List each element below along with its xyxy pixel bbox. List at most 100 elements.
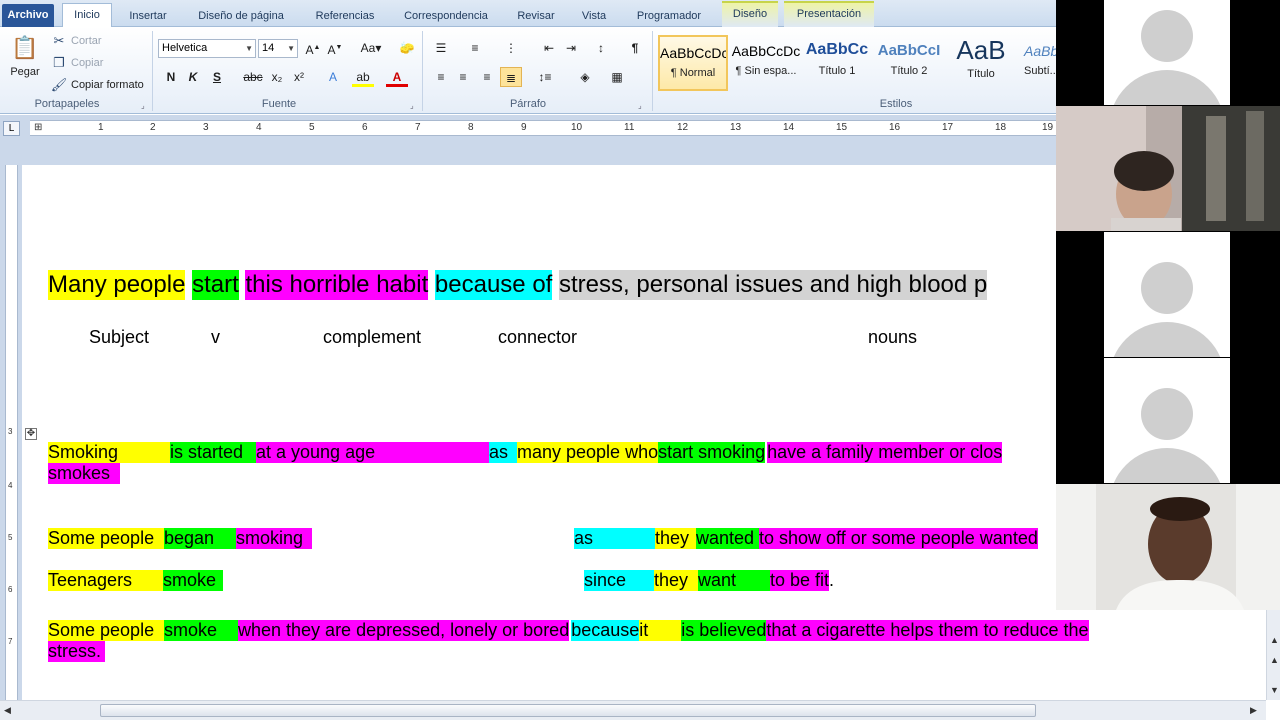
clipboard-launcher-icon[interactable]: ⌟ [141,101,145,110]
text-effects-icon[interactable]: A [322,67,344,87]
style-sample: AaBbCc [805,41,869,58]
connector-segment: as [489,442,517,463]
font-color-icon[interactable]: A [386,67,408,87]
strikethrough-button[interactable]: abc [242,67,264,87]
tab-selector-button[interactable]: L [3,121,20,136]
tab-diseno-pagina[interactable]: Diseño de página [186,5,296,27]
shrink-font-icon[interactable]: A▼ [324,38,346,58]
show-marks-icon[interactable]: ¶ [624,38,646,58]
group-divider [422,31,423,111]
cut-button[interactable]: ✂ Cortar [50,32,102,50]
tab-archivo[interactable]: Archivo [2,4,54,27]
align-right-icon[interactable]: ≡ [476,67,498,87]
horizontal-scroll-thumb[interactable] [100,704,1036,717]
table-move-handle-icon[interactable]: ✥ [25,428,37,440]
underline-button[interactable]: S [206,67,228,87]
sort-icon[interactable]: ↕ [590,38,612,58]
paragraph-launcher-icon[interactable]: ⌟ [638,101,642,110]
ruler-number: 7 [415,122,421,133]
clear-format-icon[interactable]: 🧽 [396,38,418,58]
paste-button[interactable]: 📋 Pegar [8,33,42,78]
ruler-number: 17 [942,122,954,133]
complement-segment: when they are depressed, lonely or bored [238,620,570,641]
label-subject: Subject [89,327,150,347]
ruler-number: 3 [203,122,209,133]
avatar-icon [1109,70,1225,105]
tab-presentacion[interactable]: Presentación [784,1,874,27]
increase-indent-icon[interactable]: ⇥ [560,38,582,58]
connector-segment: because of [434,270,553,300]
ruler-number: 4 [8,481,13,490]
grow-font-icon[interactable]: A▲ [302,38,324,58]
sentence-1-continued: smokes [48,463,120,484]
scroll-up-icon[interactable]: ▲ [1270,635,1279,645]
align-left-icon[interactable]: ≡ [430,67,452,87]
font-name-combo[interactable]: Helvetica ▼ [158,39,256,58]
participant-tile[interactable] [1104,0,1230,105]
style-subtitle[interactable]: AaBbC Subtí... [1018,35,1056,91]
multilevel-list-icon[interactable]: ⋮ [500,38,522,58]
subscript-button[interactable]: x₂ [266,67,288,87]
superscript-button[interactable]: x² [288,67,310,87]
subject-segment: Smoking [48,442,170,463]
vertical-ruler[interactable]: 3 4 5 6 7 [0,165,22,700]
webcam-frame [1056,106,1280,231]
decrease-indent-icon[interactable]: ⇤ [538,38,560,58]
shading-icon[interactable]: ◈ [574,67,596,87]
sentence-2-clause: as they wanted to show off or some people w… [574,528,1038,549]
paintbrush-icon: 🖌 [50,77,68,92]
highlight-icon[interactable]: ab [352,67,374,87]
tab-programador[interactable]: Programador [624,5,714,27]
ruler-number: 2 [150,122,156,133]
scroll-right-icon[interactable]: ▶ [1250,705,1257,716]
participant-tile[interactable] [1104,232,1230,357]
style-name: Título [967,68,995,80]
next-page-icon[interactable]: ▼ [1270,685,1279,695]
participant-video[interactable] [1056,106,1280,231]
font-size-combo[interactable]: 14 ▼ [258,39,298,58]
horizontal-ruler[interactable]: ⊞ 1 2 3 4 5 6 7 8 9 10 11 12 13 14 15 16… [30,120,1056,136]
ruler-number: 13 [730,122,742,133]
subject-segment: many people who [517,442,659,463]
bold-button[interactable]: N [160,67,182,87]
ruler-marker-icon[interactable]: ⊞ [34,122,42,133]
ruler-area: L ⊞ 1 2 3 4 5 6 7 8 9 10 11 12 13 14 15 … [0,115,1056,165]
font-launcher-icon[interactable]: ⌟ [410,101,414,110]
style-title[interactable]: AaB Título [946,35,1016,91]
complement-segment: have a family member or clos [767,442,1003,463]
style-normal[interactable]: AaBbCcDc ¶ Normal [658,35,728,91]
style-heading-1[interactable]: AaBbCc Título 1 [802,35,872,91]
tab-insertar[interactable]: Insertar [120,5,176,27]
style-heading-2[interactable]: AaBbCcI Título 2 [874,35,944,91]
scroll-left-icon[interactable]: ◀ [4,705,11,716]
font-size-value: 14 [262,42,275,54]
tab-vista[interactable]: Vista [572,5,616,27]
horizontal-scrollbar[interactable]: ◀ ▶ [0,700,1266,720]
paste-label: Pegar [10,66,40,78]
style-no-spacing[interactable]: AaBbCcDc ¶ Sin espa... [731,35,801,91]
bullets-icon[interactable]: ☰ [430,38,452,58]
tab-inicio[interactable]: Inicio [62,3,112,28]
tab-revisar[interactable]: Revisar [508,5,564,27]
tab-correspondencia[interactable]: Correspondencia [394,5,498,27]
participant-tile[interactable] [1104,358,1230,483]
justify-icon[interactable]: ≣ [500,67,522,87]
align-center-icon[interactable]: ≡ [452,67,474,87]
format-painter-button[interactable]: 🖌 Copiar formato [50,76,144,94]
copy-button[interactable]: ❐ Copiar [50,54,103,72]
italic-button[interactable]: K [182,67,204,87]
period: . [829,570,835,590]
numbering-icon[interactable]: ≡ [464,38,486,58]
borders-icon[interactable]: ▦ [606,67,628,87]
tab-diseno[interactable]: Diseño [722,1,778,27]
participant-video[interactable] [1056,484,1280,610]
sentence-3: Teenagers smoke [48,570,223,591]
tab-referencias[interactable]: Referencias [304,5,386,27]
prev-page-icon[interactable]: ▲ [1270,655,1279,665]
change-case-icon[interactable]: Aa▾ [356,38,386,58]
line-spacing-icon[interactable]: ↕≡ [534,67,556,87]
avatar-icon [1141,10,1193,62]
clipboard-icon: 📋 [11,35,39,60]
style-sample: AaBbCcI [877,42,941,59]
chevron-down-icon: ▼ [287,44,295,53]
